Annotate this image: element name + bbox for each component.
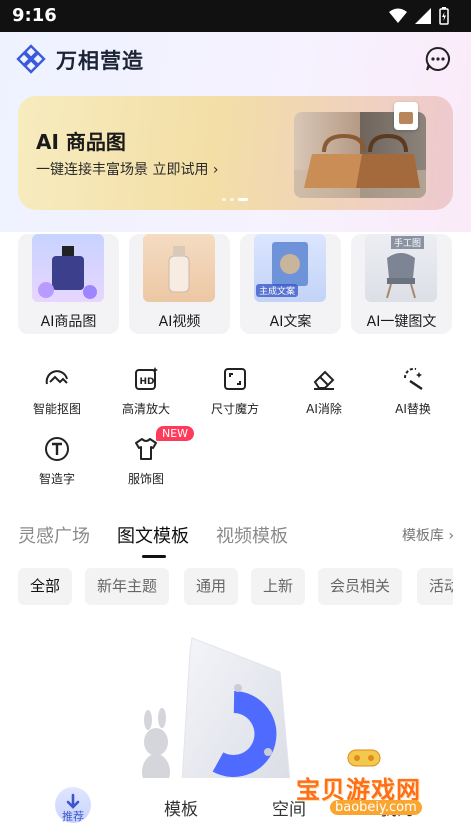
status-icons <box>389 7 449 25</box>
tab-image-templates[interactable]: 图文模板 <box>117 522 189 548</box>
hd-upscale-icon: HD <box>135 367 158 390</box>
tab-video-templates[interactable]: 视频模板 <box>216 522 288 548</box>
perfume-thumbnail <box>32 234 104 302</box>
tool-label: 服饰图 <box>127 472 164 486</box>
gamepad-icon <box>347 749 381 767</box>
signal-icon <box>415 8 431 24</box>
resize-icon <box>224 368 246 390</box>
empty-state-illustration <box>142 637 291 802</box>
chip-membership[interactable]: 会员相关 <box>318 568 403 605</box>
banner-pagination <box>222 198 248 201</box>
content-tabs: 灵感广场 图文模板 视频模板 模板库 › <box>18 522 458 558</box>
tool-label: AI消除 <box>306 402 342 416</box>
feature-cards: AI商品图 AI视频 主成文案 AI文案 手工图 AI一键图文 <box>18 234 453 334</box>
banner-subtitle[interactable]: 一键连接丰富场景 立即试用 › <box>36 159 219 179</box>
magic-wand-icon <box>403 367 423 391</box>
active-tab-indicator <box>142 555 166 558</box>
tool-ai-erase[interactable]: AI消除 <box>279 366 369 417</box>
promo-banner[interactable]: AI 商品图 一键连接丰富场景 立即试用 › <box>18 96 453 210</box>
banner-thumb <box>394 102 418 130</box>
tshirt-icon <box>135 438 157 460</box>
feature-card-ai-product[interactable]: AI商品图 <box>18 234 119 334</box>
chip-new-year[interactable]: 新年主题 <box>85 568 170 605</box>
smart-cutout-icon <box>45 370 68 385</box>
chip-general[interactable]: 通用 <box>184 568 239 605</box>
eraser-icon <box>313 370 335 390</box>
tool-label: 高清放大 <box>121 402 170 416</box>
tool-label: 尺寸魔方 <box>210 402 259 416</box>
tool-label: AI替换 <box>395 402 431 416</box>
chip-new-arrivals[interactable]: 上新 <box>251 568 306 605</box>
new-badge: NEW <box>156 426 195 441</box>
pagination-dot <box>230 198 234 201</box>
text-icon <box>45 437 69 461</box>
message-icon[interactable] <box>425 46 451 72</box>
tool-label: 智能抠图 <box>32 402 81 416</box>
pagination-dot <box>222 198 226 201</box>
chip-all[interactable]: 全部 <box>18 568 73 605</box>
tool-text-maker[interactable]: 智造字 <box>12 436 102 487</box>
template-library-link[interactable]: 模板库 › <box>402 525 454 545</box>
feature-card-label: AI商品图 <box>40 314 97 330</box>
cat-food-thumbnail: 主成文案 <box>254 234 326 302</box>
feature-card-label: AI文案 <box>269 314 312 330</box>
tool-label: 智造字 <box>38 472 75 486</box>
tool-smart-cutout[interactable]: 智能抠图 <box>12 366 102 417</box>
app-logo-icon <box>16 44 46 74</box>
wifi-icon <box>389 8 407 23</box>
status-bar: 9:16 <box>0 0 471 32</box>
feature-card-label: AI视频 <box>158 314 201 330</box>
app-title: 万相营造 <box>56 49 144 73</box>
svg-text:HD: HD <box>140 377 155 387</box>
tab-inspiration[interactable]: 灵感广场 <box>18 522 90 548</box>
status-time: 9:16 <box>12 5 57 26</box>
pagination-dot-active <box>238 198 248 201</box>
nav-templates[interactable]: 模板 <box>164 795 198 820</box>
battery-icon <box>439 7 449 25</box>
chip-activity[interactable]: 活动 <box>417 568 453 605</box>
bottle-thumbnail <box>143 234 215 302</box>
tool-ai-replace[interactable]: AI替换 <box>368 366 458 417</box>
feature-card-ai-video[interactable]: AI视频 <box>129 234 230 334</box>
feature-card-label: AI一键图文 <box>366 314 437 330</box>
tool-clothing[interactable]: NEW 服饰图 <box>101 426 195 487</box>
watermark-url: baobeiy.com <box>330 800 422 815</box>
category-chips: 全部 新年主题 通用 上新 会员相关 活动 <box>18 568 453 606</box>
nav-recommend-label[interactable]: 推荐 <box>55 808 91 824</box>
feature-card-overlay: 手工图 <box>391 236 425 249</box>
feature-card-overlay: 主成文案 <box>256 284 299 297</box>
tool-resize[interactable]: 尺寸魔方 <box>190 366 280 417</box>
app-header: 万相营造 <box>0 32 471 88</box>
chair-thumbnail: 手工图 <box>365 234 437 302</box>
banner-title: AI 商品图 <box>36 130 126 154</box>
watermark-logo: 宝贝游戏网 baobeiy.com <box>296 742 446 832</box>
tool-hd-upscale[interactable]: HD 高清放大 <box>101 366 191 417</box>
feature-card-ai-copy[interactable]: 主成文案 AI文案 <box>240 234 341 334</box>
feature-card-ai-one-click[interactable]: 手工图 AI一键图文 <box>351 234 452 334</box>
